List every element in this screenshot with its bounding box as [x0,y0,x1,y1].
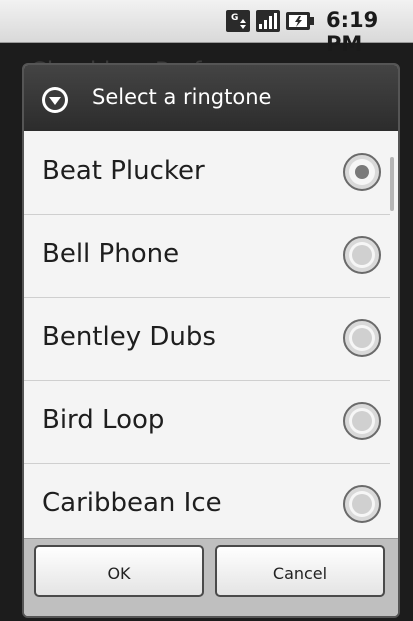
list-item-bentley-dubs[interactable]: Bentley Dubs [24,297,390,381]
list-item-label: Beat Plucker [42,156,205,186]
list-item-label: Bird Loop [42,405,165,435]
cancel-button[interactable]: Cancel [215,545,385,597]
dialog-header: Select a ringtone [24,65,398,131]
radio-unselected-icon[interactable] [342,484,382,524]
dialog-button-bar: OK Cancel [24,538,398,616]
svg-text:G: G [231,13,238,23]
list-item-bell-phone[interactable]: Bell Phone [24,214,390,298]
radio-unselected-icon[interactable] [342,235,382,275]
ringtone-dialog: Select a ringtone Beat Plucker Bell Phon… [22,63,400,618]
list-item-bird-loop[interactable]: Bird Loop [24,380,390,464]
list-item-beat-plucker[interactable]: Beat Plucker [24,131,390,215]
signal-strength-icon [256,10,280,32]
radio-selected-icon[interactable] [342,152,382,192]
chevron-down-circle-icon [42,87,68,113]
ringtone-list[interactable]: Beat Plucker Bell Phone Bentley Dubs Bir… [24,131,398,546]
list-scrollbar[interactable] [390,157,394,211]
dialog-title: Select a ringtone [92,85,272,109]
radio-unselected-icon[interactable] [342,401,382,441]
radio-unselected-icon[interactable] [342,318,382,358]
list-item-label: Bentley Dubs [42,322,216,352]
gsm-data-icon: G [226,10,250,32]
status-bar: G 6:19 PM [0,0,413,56]
ok-button[interactable]: OK [34,545,204,597]
status-time: 6:19 PM [326,8,379,56]
list-item-caribbean-ice[interactable]: Caribbean Ice [24,463,390,546]
list-item-label: Caribbean Ice [42,488,222,518]
list-item-label: Bell Phone [42,239,180,269]
battery-charging-icon [286,12,314,30]
